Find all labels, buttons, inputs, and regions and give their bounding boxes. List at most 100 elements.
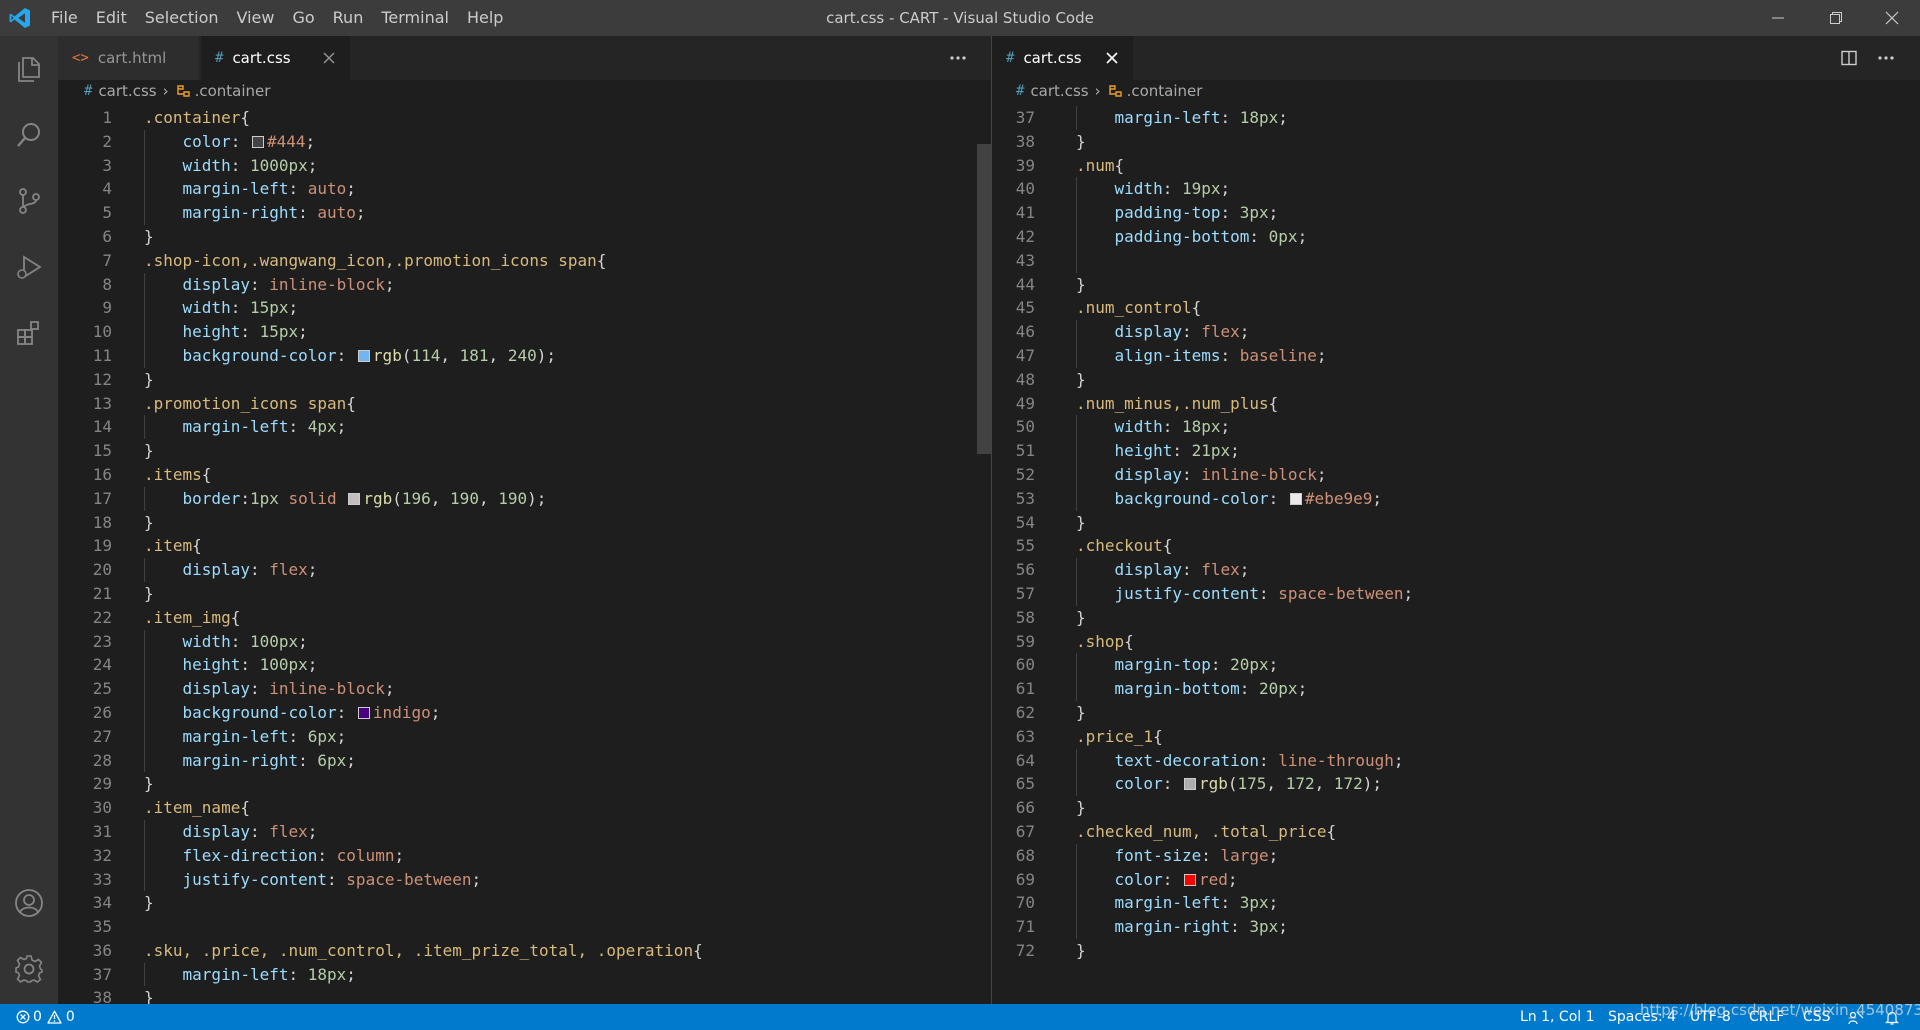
menu-edit[interactable]: Edit [87,0,136,36]
code-line[interactable]: 22 .item_img{ [58,606,991,630]
code-line[interactable]: 23 width: 100px; [58,629,991,654]
code-line[interactable]: 35 [58,915,991,939]
code-line[interactable]: 53 background-color: #ebe9e9; [992,486,1920,511]
color-swatch-icon[interactable] [1289,492,1302,505]
code-line[interactable]: 25 display: inline-block; [58,677,991,701]
code-line[interactable]: 63 .price_1{ [992,725,1920,749]
code-line[interactable]: 13 .promotion_icons span{ [58,392,991,416]
code-line[interactable]: 66} [992,796,1920,820]
code-line[interactable]: 70 margin-left: 3px; [992,891,1920,916]
extensions-icon[interactable] [0,304,58,362]
more-actions-button[interactable] [1874,46,1898,70]
problems-indicator[interactable]: 0 0 [16,1004,75,1030]
code-line[interactable]: 9 width: 15px; [58,296,991,321]
code-line[interactable]: 20 display: flex; [58,558,991,582]
code-line[interactable]: 62} [992,701,1920,725]
close-tab-button[interactable] [320,49,338,67]
code-line[interactable]: 4 margin-left: auto; [58,177,991,202]
code-line[interactable]: 14 margin-left: 4px; [58,415,991,440]
code-line[interactable]: 32 flex-direction: column; [58,843,991,868]
code-line[interactable]: 34} [58,891,991,915]
code-line[interactable]: 43 [992,248,1920,273]
code-line[interactable]: 3 width: 1000px; [58,153,991,178]
code-line[interactable]: 37 margin-left: 18px; [58,962,991,987]
code-line[interactable]: 56 display: flex; [992,558,1920,582]
breadcrumb-file[interactable]: cart.css [1030,82,1088,100]
scrollbar-thumb[interactable] [977,144,991,454]
code-line[interactable]: 11 background-color: rgb(114, 181, 240); [58,343,991,368]
color-swatch-icon[interactable] [357,349,370,362]
code-line[interactable]: 1 .container{ [58,106,991,130]
code-line[interactable]: 10 height: 15px; [58,320,991,344]
menu-run[interactable]: Run [324,0,373,36]
color-swatch-icon[interactable] [357,706,370,719]
color-swatch-icon[interactable] [1183,778,1196,791]
code-line[interactable]: 71 margin-right: 3px; [992,915,1920,939]
tab-cart-css[interactable]: # cart.css [201,36,351,80]
code-line[interactable]: 21} [58,582,991,606]
code-line[interactable]: 69 color: red; [992,867,1920,892]
code-line[interactable]: 38} [58,986,991,1004]
code-line[interactable]: 6} [58,225,991,249]
close-tab-button[interactable] [1103,49,1121,67]
code-line[interactable]: 5 margin-right: auto; [58,201,991,225]
close-window-button[interactable] [1864,0,1920,36]
code-line[interactable]: 29} [58,772,991,796]
menu-terminal[interactable]: Terminal [372,0,458,36]
code-line[interactable]: 46 display: flex; [992,320,1920,344]
code-editor-left[interactable]: 1 .container{2 color: #444; 3 width: 1000p… [58,106,991,1004]
code-line[interactable]: 68 font-size: large; [992,843,1920,868]
more-actions-button[interactable] [946,46,970,70]
code-line[interactable]: 54} [992,511,1920,535]
code-line[interactable]: 57 justify-content: space-between; [992,581,1920,606]
menu-help[interactable]: Help [458,0,512,36]
code-line[interactable]: 60 margin-top: 20px; [992,653,1920,678]
code-line[interactable]: 16 .items{ [58,463,991,487]
code-line[interactable]: 28 margin-right: 6px; [58,748,991,773]
code-line[interactable]: 26 background-color: indigo; [58,700,991,725]
code-line[interactable]: 39 .num{ [992,154,1920,178]
code-line[interactable]: 36 .sku, .price, .num_control, .item_priz… [58,939,991,963]
code-line[interactable]: 19 .item{ [58,534,991,558]
code-line[interactable]: 61 margin-bottom: 20px; [992,677,1920,701]
code-line[interactable]: 42 padding-bottom: 0px; [992,224,1920,249]
code-line[interactable]: 51 height: 21px; [992,439,1920,463]
menu-file[interactable]: File [42,0,87,36]
menu-view[interactable]: View [228,0,284,36]
code-line[interactable]: 7 .shop-icon,.wangwang_icon,.promotion_ic… [58,249,991,273]
code-line[interactable]: 33 justify-content: space-between; [58,867,991,892]
code-line[interactable]: 24 height: 100px; [58,653,991,678]
color-swatch-icon[interactable] [1183,873,1196,886]
code-line[interactable]: 59 .shop{ [992,630,1920,654]
tab-cart-html[interactable]: <> cart.html [58,36,200,80]
code-line[interactable]: 65 color: rgb(175, 172, 172); [992,772,1920,797]
settings-gear-icon[interactable] [0,940,58,998]
code-line[interactable]: 58} [992,606,1920,630]
code-line[interactable]: 2 color: #444; [58,129,991,154]
code-line[interactable]: 17 border:1px solid rgb(196, 190, 190); [58,486,991,511]
code-line[interactable]: 50 width: 18px; [992,415,1920,440]
breadcrumb-symbol[interactable]: .container [1127,82,1203,100]
code-line[interactable]: 45 .num_control{ [992,296,1920,320]
accounts-icon[interactable] [0,874,58,932]
minimize-button[interactable] [1750,0,1806,36]
code-line[interactable]: 37 margin-left: 18px; [992,106,1920,130]
color-swatch-icon[interactable] [251,135,264,148]
menu-go[interactable]: Go [283,0,323,36]
breadcrumb-file[interactable]: cart.css [98,82,156,100]
code-line[interactable]: 31 display: flex; [58,819,991,844]
explorer-icon[interactable] [0,40,58,98]
code-line[interactable]: 38} [992,130,1920,154]
code-line[interactable]: 41 padding-top: 3px; [992,201,1920,225]
run-debug-icon[interactable] [0,238,58,296]
code-line[interactable]: 52 display: inline-block; [992,462,1920,487]
code-line[interactable]: 18} [58,511,991,535]
code-editor-right[interactable]: 37 margin-left: 18px; 38} 39 .num{40 width:… [992,106,1920,1004]
split-editor-button[interactable] [1837,46,1861,70]
code-line[interactable]: 44} [992,273,1920,297]
code-line[interactable]: 8 display: inline-block; [58,272,991,297]
restore-button[interactable] [1808,0,1864,36]
code-line[interactable]: 12} [58,368,991,392]
code-line[interactable]: 72} [992,939,1920,963]
code-line[interactable]: 47 align-items: baseline; [992,343,1920,368]
